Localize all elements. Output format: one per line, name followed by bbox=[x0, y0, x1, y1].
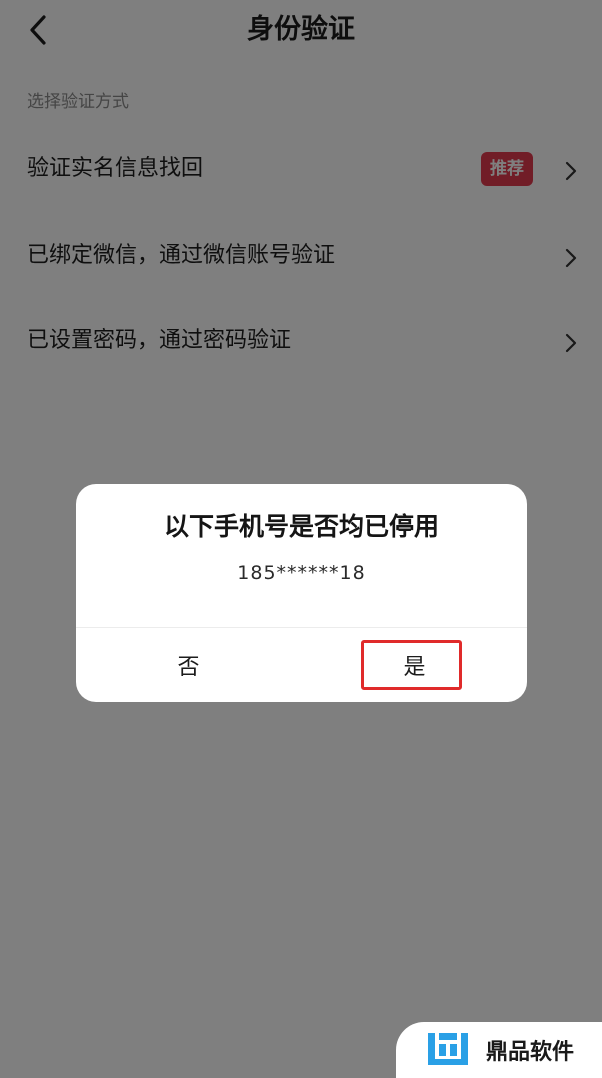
dialog-title: 以下手机号是否均已停用 bbox=[163, 512, 439, 541]
highlight-box bbox=[361, 640, 462, 690]
identity-verification-screen: 身份验证 选择验证方式 验证实名信息找回 推荐 已绑定微信，通过微信账号验证 已… bbox=[0, 0, 602, 1078]
confirm-dialog: 以下手机号是否均已停用 185******18 否 是 bbox=[76, 484, 527, 702]
logo-icon bbox=[428, 1033, 468, 1065]
masked-phone-number: 185******18 bbox=[237, 562, 366, 584]
watermark-text: 鼎品软件 bbox=[486, 1040, 575, 1065]
watermark: 鼎品软件 bbox=[396, 1022, 602, 1078]
no-button[interactable]: 否 bbox=[76, 627, 301, 702]
